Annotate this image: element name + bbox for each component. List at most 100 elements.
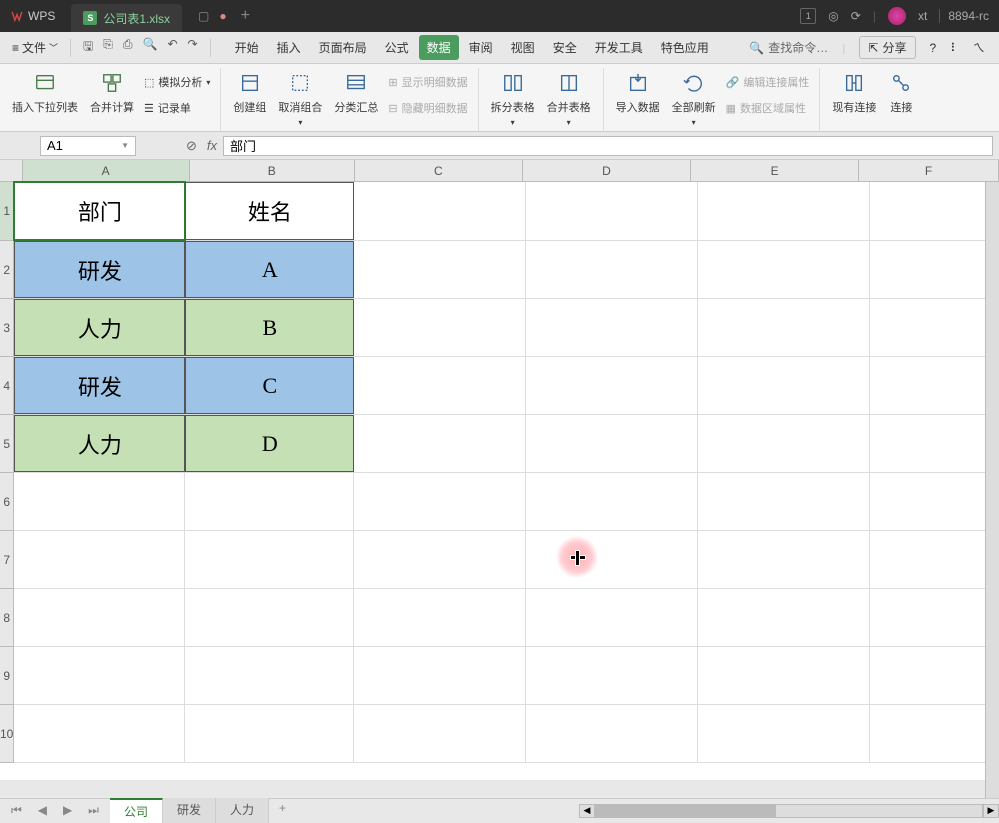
cell[interactable] [526, 705, 698, 762]
cell[interactable] [870, 531, 999, 588]
menubar-help-icon[interactable]: ? [930, 41, 937, 55]
row-header-2[interactable]: 2 [0, 241, 13, 299]
split-table-button[interactable]: 拆分表格▾ [487, 68, 539, 129]
existing-connections-button[interactable]: 现有连接 [828, 68, 880, 117]
cell-D1[interactable] [526, 182, 698, 240]
col-header-A[interactable]: A [23, 160, 190, 181]
col-header-C[interactable]: C [355, 160, 523, 181]
scroll-thumb[interactable] [596, 805, 776, 817]
cell[interactable] [354, 241, 526, 298]
file-menu[interactable]: ≡ 文件 ﹀ [6, 36, 64, 59]
dropdown-icon[interactable]: ▼ [121, 141, 129, 150]
tab-devtools[interactable]: 开发工具 [587, 35, 651, 60]
cell[interactable] [185, 647, 354, 704]
command-search[interactable]: 🔍 查找命令… [749, 39, 828, 56]
share-button[interactable]: ⇱ 分享 [859, 36, 915, 59]
cell-B2[interactable]: A [185, 241, 354, 298]
menubar-collapse-icon[interactable]: ㄟ [973, 39, 985, 56]
cell[interactable] [185, 473, 354, 530]
cell-A5[interactable]: 人力 [14, 415, 185, 472]
cell[interactable] [870, 241, 999, 298]
cell[interactable] [870, 357, 999, 414]
name-box[interactable]: A1 ▼ [40, 136, 136, 156]
refresh-all-button[interactable]: 全部刷新▾ [668, 68, 720, 129]
cells-area[interactable]: 部门 姓名 研发 A 人力 B [14, 182, 999, 763]
select-all-corner[interactable] [0, 160, 23, 181]
col-header-D[interactable]: D [523, 160, 691, 181]
row-header-1[interactable]: 1 [0, 182, 13, 241]
col-header-B[interactable]: B [190, 160, 355, 181]
new-icon[interactable]: ⎘ [103, 37, 113, 58]
cell[interactable] [870, 589, 999, 646]
cell[interactable] [14, 705, 185, 762]
cell[interactable] [698, 357, 870, 414]
cell[interactable] [526, 415, 698, 472]
cell[interactable] [698, 589, 870, 646]
save-icon[interactable]: 🖫 [83, 37, 93, 58]
cell-C1[interactable] [354, 182, 526, 240]
document-tab[interactable]: S 公司表1.xlsx [71, 4, 182, 32]
tab-data[interactable]: 数据 [419, 35, 459, 60]
tab-review[interactable]: 审阅 [461, 35, 501, 60]
subtotal-button[interactable]: 分类汇总 [330, 68, 382, 117]
cell[interactable] [698, 241, 870, 298]
cell-B1[interactable]: 姓名 [185, 182, 354, 240]
add-sheet-button[interactable]: + [269, 798, 296, 823]
row-header-8[interactable]: 8 [0, 589, 13, 647]
cell[interactable] [185, 531, 354, 588]
cell[interactable] [185, 589, 354, 646]
group-button[interactable]: 创建组 [229, 68, 270, 117]
formula-input[interactable]: 部门 [223, 136, 993, 156]
sheet-tab-company[interactable]: 公司 [110, 798, 163, 823]
horizontal-scrollbar[interactable]: ◀ ▶ [579, 804, 999, 818]
row-header-7[interactable]: 7 [0, 531, 13, 589]
undo-icon[interactable]: ↶ [167, 37, 177, 58]
cell[interactable] [354, 415, 526, 472]
row-header-3[interactable]: 3 [0, 299, 13, 357]
cell-B5[interactable]: D [185, 415, 354, 472]
cell[interactable] [698, 473, 870, 530]
cell-B4[interactable]: C [185, 357, 354, 414]
sheet-next-icon[interactable]: ▶ [63, 803, 72, 818]
cell[interactable] [354, 299, 526, 356]
user-avatar[interactable] [888, 7, 906, 25]
cell-E1[interactable] [698, 182, 870, 240]
cell[interactable] [870, 705, 999, 762]
redo-icon[interactable]: ↷ [188, 37, 198, 58]
preview-icon[interactable]: 🔍 [143, 37, 158, 58]
connections-button[interactable]: 连接 [884, 68, 918, 117]
tab-view[interactable]: 视图 [503, 35, 543, 60]
new-tab-button[interactable]: + [241, 7, 250, 25]
print-icon[interactable]: ⎙ [123, 37, 133, 58]
scroll-track[interactable] [595, 804, 983, 818]
cancel-formula-icon[interactable]: ⊘ [186, 138, 197, 154]
cell[interactable] [354, 589, 526, 646]
cell-B3[interactable]: B [185, 299, 354, 356]
cell[interactable] [14, 531, 185, 588]
cell-A4[interactable]: 研发 [14, 357, 185, 414]
notification-badge[interactable]: 1 [800, 8, 816, 24]
cell[interactable] [526, 589, 698, 646]
row-header-10[interactable]: 10 [0, 705, 13, 763]
cell-F1[interactable] [870, 182, 999, 240]
row-header-9[interactable]: 9 [0, 647, 13, 705]
sheet-prev-icon[interactable]: ◀ [38, 803, 47, 818]
cell[interactable] [526, 357, 698, 414]
import-data-button[interactable]: 导入数据 [612, 68, 664, 117]
tab-security[interactable]: 安全 [545, 35, 585, 60]
scroll-left-icon[interactable]: ◀ [579, 804, 595, 818]
cell[interactable] [698, 299, 870, 356]
sheet-last-icon[interactable]: ⏭ [88, 803, 99, 818]
tab-pin-icon[interactable]: ▢ [198, 9, 209, 23]
tab-close-icon[interactable]: ● [219, 9, 226, 23]
what-if-button[interactable]: ⬚模拟分析▾ [142, 72, 212, 92]
cell[interactable] [526, 647, 698, 704]
cell[interactable] [185, 705, 354, 762]
cell[interactable] [698, 647, 870, 704]
fx-icon[interactable]: fx [207, 138, 217, 154]
cell[interactable] [870, 299, 999, 356]
titlebar-icon-2[interactable]: ⟳ [851, 9, 861, 23]
cell[interactable] [354, 531, 526, 588]
cell[interactable] [698, 705, 870, 762]
cell[interactable] [870, 473, 999, 530]
